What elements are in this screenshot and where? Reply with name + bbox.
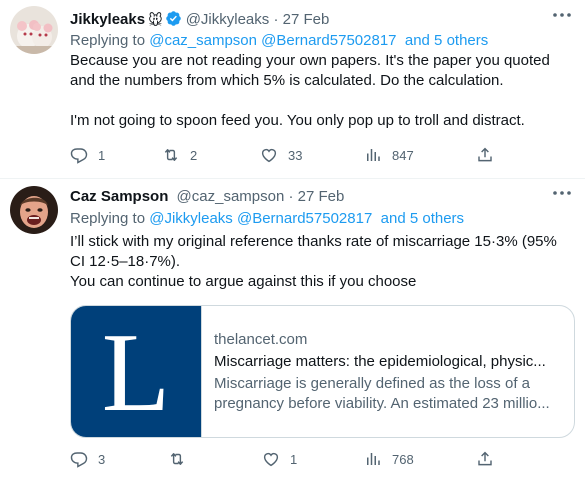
views-count: 847	[392, 147, 414, 163]
tweet[interactable]: Jikkyleaks 🐭 @Jikkyleaks · 27 Feb Replying…	[0, 0, 585, 178]
share-icon	[478, 147, 492, 162]
tweet-text: I’ll stick with my original reference th…	[70, 232, 575, 292]
views-icon	[367, 453, 380, 465]
retweet-icon	[170, 453, 184, 465]
reply-count: 1	[98, 147, 106, 163]
verified-badge-icon[interactable]	[165, 10, 182, 27]
card-title: Miscarriage matters: the epidemiological…	[214, 353, 546, 370]
tweet-header: Jikkyleaks 🐭 @Jikkyleaks · 27 Feb	[70, 10, 329, 29]
views-icon	[367, 149, 380, 161]
card-body: thelancet.com Miscarriage matters: the e…	[214, 330, 566, 414]
others-link[interactable]: and 5 others	[405, 32, 488, 49]
reply-button[interactable]: 3	[70, 449, 105, 469]
mention-link[interactable]: @Bernard57502817	[261, 32, 396, 49]
more-icon[interactable]	[551, 10, 573, 20]
separator-dot: ·	[273, 11, 279, 28]
retweet-button[interactable]	[168, 449, 196, 469]
display-name[interactable]: Caz Sampson	[70, 188, 168, 205]
mouse-emoji: 🐭	[148, 12, 163, 28]
tweet-actions: 3 1 768	[70, 449, 570, 469]
tweet-text-line: Because you are not reading your own pap…	[70, 52, 550, 69]
tweet-text-line	[70, 91, 575, 111]
share-button[interactable]	[476, 145, 494, 165]
tweet-text-line: I'm not going to spoon feed you. You onl…	[70, 112, 525, 129]
share-icon	[478, 451, 492, 466]
like-icon	[263, 452, 279, 467]
avatar-image	[10, 6, 58, 54]
replying-prefix: Replying to	[70, 32, 146, 49]
like-count: 33	[288, 147, 303, 163]
share-button[interactable]	[476, 449, 494, 469]
views-button[interactable]: 847	[364, 145, 414, 165]
card-description-line: Miscarriage is generally defined as the …	[214, 375, 530, 392]
replying-prefix: Replying to	[70, 210, 146, 227]
timestamp[interactable]: 27 Feb	[283, 11, 330, 28]
reply-count: 3	[98, 451, 106, 467]
reply-icon	[70, 452, 88, 468]
replying-to-line: Replying to @caz_sampson @Bernard5750281…	[70, 31, 488, 51]
like-button[interactable]: 33	[260, 145, 302, 165]
card-domain: thelancet.com	[214, 331, 308, 348]
mention-link[interactable]: @Bernard57502817	[237, 210, 372, 227]
tweet-text-line: You can continue to argue against this i…	[70, 273, 417, 290]
tweet-text-line: and the numbers from which 5% is calcula…	[70, 72, 504, 89]
separator-dot: ·	[288, 188, 294, 205]
retweet-button[interactable]: 2	[162, 145, 197, 165]
tweet[interactable]: Caz Sampson @caz_sampson · 27 Feb Replyi…	[0, 178, 585, 483]
tweet-text-line: I’ll stick with my original reference th…	[70, 233, 557, 250]
display-name[interactable]: Jikkyleaks	[70, 11, 145, 28]
avatar-image	[10, 186, 58, 234]
lancet-logo: L	[71, 306, 202, 437]
tweet-text: Because you are not reading your own pap…	[70, 51, 575, 131]
like-button[interactable]: 1	[262, 449, 297, 469]
retweet-icon	[164, 149, 178, 161]
views-button[interactable]: 768	[364, 449, 414, 469]
handle[interactable]: @caz_sampson	[177, 188, 285, 205]
reply-button[interactable]: 1	[70, 145, 105, 165]
link-card[interactable]: L thelancet.com Miscarriage matters: the…	[70, 305, 575, 438]
avatar[interactable]	[10, 186, 58, 234]
retweet-count: 2	[190, 147, 198, 163]
views-count: 768	[392, 451, 414, 467]
tweet-text-line: CI 12·5–18·7%).	[70, 253, 181, 270]
card-description-line: pregnancy before viability. An estimated…	[214, 395, 550, 412]
more-icon[interactable]	[551, 188, 573, 198]
card-description: Miscarriage is generally defined as the …	[214, 374, 566, 414]
reply-icon	[70, 148, 88, 164]
tweet-header: Caz Sampson @caz_sampson · 27 Feb	[70, 188, 344, 206]
mention-link[interactable]: @Jikkyleaks	[149, 210, 233, 227]
others-link[interactable]: and 5 others	[381, 210, 464, 227]
mention-link[interactable]: @caz_sampson	[149, 32, 257, 49]
tweet-actions: 1 2 33 847	[70, 145, 570, 165]
replying-to-line: Replying to @Jikkyleaks @Bernard57502817…	[70, 209, 464, 229]
timestamp[interactable]: 27 Feb	[298, 188, 345, 205]
avatar[interactable]	[10, 6, 58, 54]
handle[interactable]: @Jikkyleaks	[186, 11, 270, 28]
lancet-logo-letter: L	[101, 311, 171, 435]
like-icon	[261, 148, 277, 163]
like-count: 1	[290, 451, 298, 467]
